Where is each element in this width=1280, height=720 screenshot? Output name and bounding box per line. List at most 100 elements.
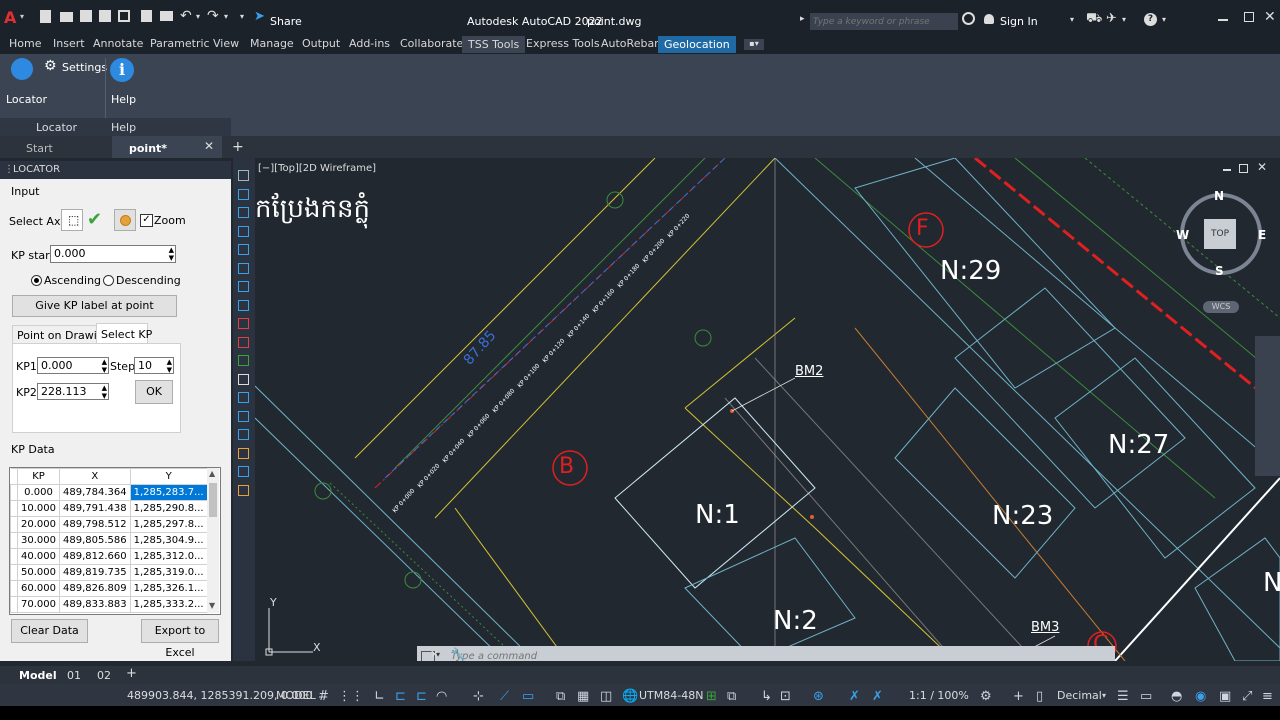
close-icon[interactable]: ✕: [1264, 9, 1276, 25]
tab-point-on-drawing[interactable]: Point on Drawing: [12, 325, 111, 345]
measure-tool-icon[interactable]: [238, 484, 249, 496]
units-icon[interactable]: ⧉: [727, 689, 736, 704]
locator-ribbon-button[interactable]: Locator: [4, 58, 47, 106]
table-cell-kp[interactable]: 70.000: [17, 596, 60, 613]
tab-close-icon[interactable]: ✕: [204, 139, 214, 153]
table-row[interactable]: 20.000 489,798.512 1,285,297.8...: [10, 516, 208, 533]
viewport-label[interactable]: [−][Top][2D Wireframe]: [258, 163, 376, 174]
tab-annotate[interactable]: Annotate: [93, 37, 143, 50]
quick-properties-icon[interactable]: ↳: [761, 689, 772, 704]
scroll-thumb[interactable]: [209, 483, 217, 517]
undo-icon[interactable]: ↶: [180, 8, 192, 24]
layout-icon[interactable]: ▭: [1140, 689, 1152, 704]
offset-tool-icon[interactable]: [238, 318, 249, 329]
kp-start-spinner-icon[interactable]: ▲ ▼: [169, 246, 174, 262]
new-tab-icon[interactable]: +: [232, 139, 244, 155]
layer-tool-icon[interactable]: [238, 466, 249, 477]
command-input[interactable]: [449, 648, 1103, 661]
rotate-tool-icon[interactable]: [238, 244, 249, 255]
table-cell-y[interactable]: 1,285,283.7...: [129, 484, 208, 501]
row-header[interactable]: [10, 500, 18, 517]
tab-view[interactable]: View: [213, 37, 239, 50]
mirror-tool-icon[interactable]: [238, 355, 249, 366]
coordinate-system-label[interactable]: UTM84-48N: [639, 689, 703, 702]
tab-geolocation[interactable]: Geolocation: [658, 36, 736, 53]
viewcube[interactable]: TOP N S E W: [1176, 189, 1266, 278]
tab-point[interactable]: point* ✕: [112, 136, 222, 158]
table-cell-x[interactable]: 489,798.512: [59, 516, 131, 533]
add-layout-icon[interactable]: +: [126, 666, 137, 681]
draw-tool-icon[interactable]: [238, 188, 249, 200]
command-settings-icon[interactable]: 🔧: [451, 647, 466, 661]
gear-icon[interactable]: ⚙: [44, 58, 57, 74]
selection-filter-icon[interactable]: ⊡: [780, 689, 791, 704]
table-cell-y[interactable]: 1,285,290.8...: [129, 500, 208, 517]
maximize-viewport-icon[interactable]: ⤢: [1242, 689, 1252, 704]
trim-tool-icon[interactable]: [238, 281, 249, 292]
step-spinner-icon[interactable]: ▲ ▼: [167, 358, 172, 374]
save-as-icon[interactable]: [99, 10, 111, 22]
command-line[interactable]: ▾: [417, 646, 1115, 661]
kp1-spinner-icon[interactable]: ▲ ▼: [102, 358, 107, 374]
column-header-x[interactable]: X: [59, 468, 131, 485]
clear-data-button[interactable]: Clear Data: [11, 619, 88, 643]
kp1-input[interactable]: 0.000 ▲ ▼: [37, 357, 109, 374]
zoom-checkbox[interactable]: ✓: [140, 214, 153, 227]
customize-menu-icon[interactable]: ≡: [1262, 689, 1273, 704]
tab-add-ins[interactable]: Add-ins: [349, 37, 390, 50]
table-row[interactable]: 60.000 489,826.809 1,285,326.1...: [10, 580, 208, 597]
ascending-radio[interactable]: [31, 275, 42, 286]
undo-dropdown-icon[interactable]: ▾: [196, 12, 200, 21]
globe-icon[interactable]: 🌐: [622, 689, 638, 704]
block-tool-icon[interactable]: [238, 410, 249, 422]
fullscreen-icon[interactable]: ▣: [1219, 689, 1231, 704]
print-icon[interactable]: [160, 11, 173, 21]
table-cell-kp[interactable]: 30.000: [17, 532, 60, 549]
checkmark-icon[interactable]: ✔: [87, 209, 102, 230]
isolate-icon[interactable]: ◓: [1171, 689, 1182, 704]
table-cell-x[interactable]: 489,805.586: [59, 532, 131, 549]
select-tool-icon[interactable]: [238, 170, 249, 181]
step-input[interactable]: 10 ▲ ▼: [134, 357, 174, 374]
units-dropdown-icon[interactable]: ▾: [1102, 691, 1106, 700]
ortho-icon[interactable]: ∟: [374, 689, 385, 704]
new-file-icon[interactable]: [40, 10, 51, 23]
exchange-icon[interactable]: ✈: [1106, 11, 1117, 26]
text-tool-icon[interactable]: [238, 429, 249, 440]
annotate-plus-icon[interactable]: +: [1013, 689, 1024, 704]
redo-icon[interactable]: ↷: [207, 8, 219, 24]
drawing-canvas[interactable]: KP 0+000 KP 0+020 KP 0+040 KP 0+060 KP 0…: [255, 158, 1280, 661]
annotation-scale-label[interactable]: 1:1 / 100%: [909, 689, 969, 702]
select-axis-button[interactable]: ⬚: [61, 209, 83, 231]
row-header[interactable]: [10, 516, 18, 533]
table-scrollbar[interactable]: ▲ ▼: [207, 468, 219, 613]
search-icon[interactable]: [962, 12, 975, 25]
annotation-monitor-icon[interactable]: ⊞: [706, 689, 717, 704]
table-row[interactable]: 70.000 489,833.883 1,285,333.2...: [10, 596, 208, 613]
clean-screen-icon[interactable]: ◉: [1195, 689, 1206, 704]
lineweight-icon[interactable]: ⟋: [500, 689, 509, 704]
table-row[interactable]: 30.000 489,805.586 1,285,304.9...: [10, 532, 208, 549]
viewcube-top-face[interactable]: TOP: [1204, 219, 1236, 249]
table-cell-y[interactable]: 1,285,319.0...: [129, 564, 208, 581]
hatch-tool-icon[interactable]: [238, 392, 249, 403]
viewport-restore-icon[interactable]: [1239, 164, 1248, 173]
table-cell-y[interactable]: 1,285,333.2...: [129, 596, 208, 613]
column-header-y[interactable]: Y: [129, 468, 208, 485]
table-cell-y[interactable]: 1,285,304.9...: [129, 532, 208, 549]
tab-autorebar[interactable]: AutoRebar: [601, 37, 659, 50]
wcs-button[interactable]: WCS: [1203, 301, 1239, 313]
descending-radio[interactable]: [103, 275, 114, 286]
table-cell-kp[interactable]: 0.000: [17, 484, 60, 501]
pick-point-button[interactable]: [114, 209, 136, 231]
3d-osnap-icon[interactable]: ▦: [577, 689, 589, 704]
exchange-dropdown-icon[interactable]: ▾: [1122, 15, 1126, 24]
tab-insert[interactable]: Insert: [53, 37, 85, 50]
table-row[interactable]: 10.000 489,791.438 1,285,290.8...: [10, 500, 208, 517]
ok-button[interactable]: OK: [135, 380, 173, 404]
plot-icon[interactable]: [141, 10, 152, 22]
table-cell-x[interactable]: 489,833.883: [59, 596, 131, 613]
tab-collaborate[interactable]: Collaborate: [400, 37, 463, 50]
column-header-kp[interactable]: KP: [17, 468, 60, 485]
tab-express-tools[interactable]: Express Tools: [526, 37, 600, 50]
